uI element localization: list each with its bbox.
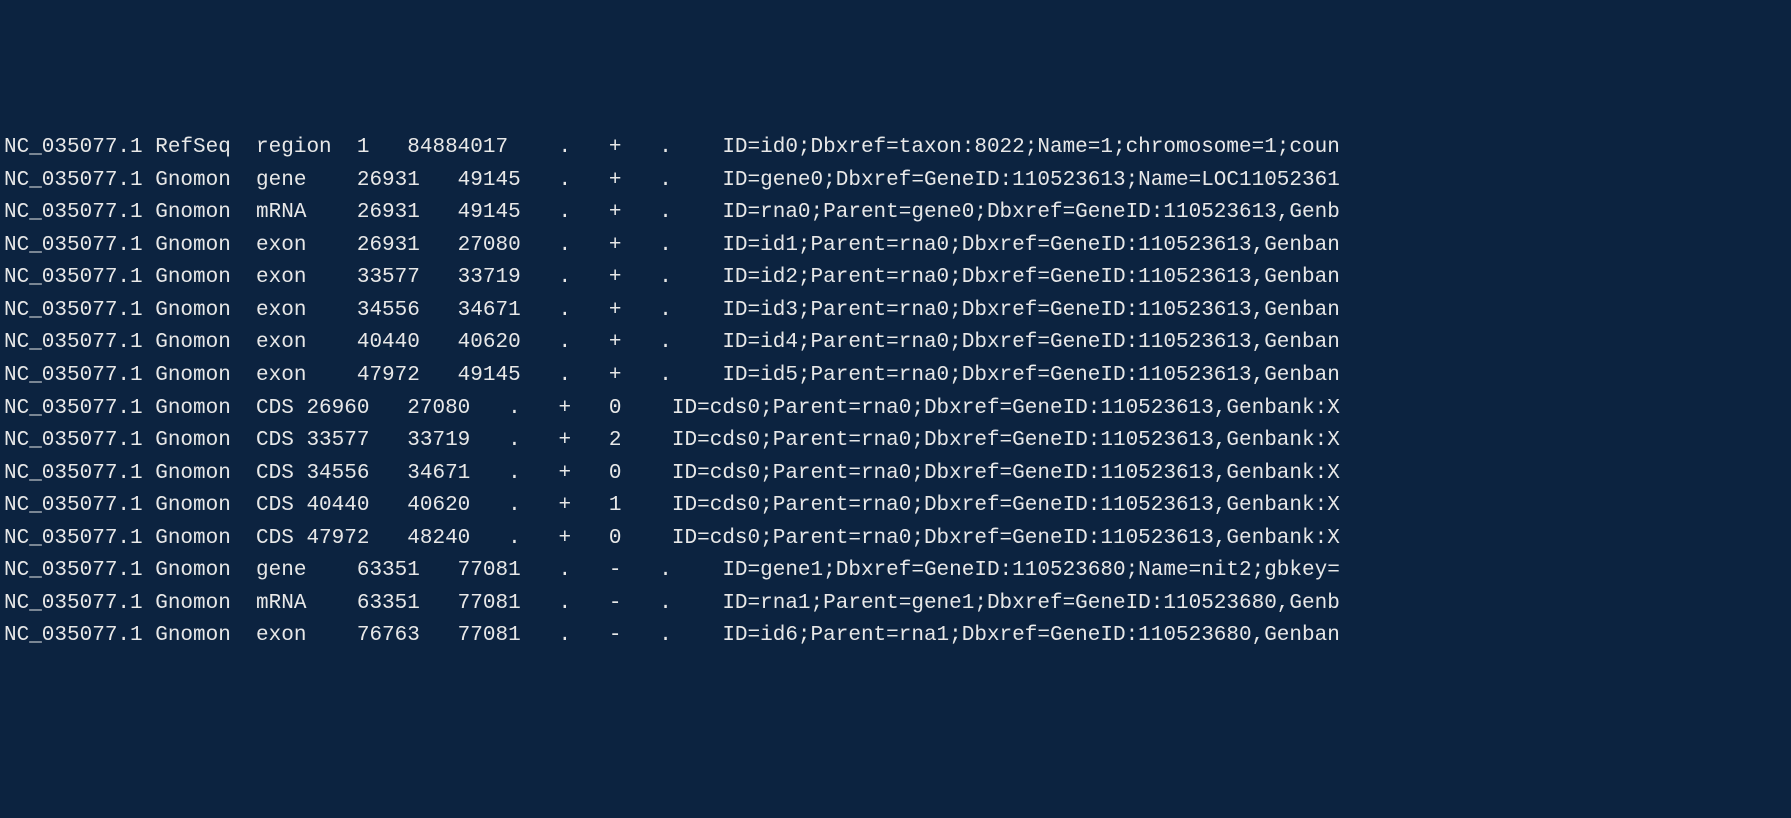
gff-row: NC_035077.1 Gnomon gene 63351 77081 . - … xyxy=(4,555,1787,588)
terminal-output[interactable]: NC_035077.1 RefSeq region 1 84884017 . +… xyxy=(4,132,1787,653)
gff-row: NC_035077.1 Gnomon exon 33577 33719 . + … xyxy=(4,262,1787,295)
gff-row: NC_035077.1 Gnomon CDS 47972 48240 . + 0… xyxy=(4,523,1787,556)
gff-row: NC_035077.1 Gnomon exon 47972 49145 . + … xyxy=(4,360,1787,393)
gff-row: NC_035077.1 Gnomon CDS 34556 34671 . + 0… xyxy=(4,458,1787,491)
gff-row: NC_035077.1 Gnomon mRNA 63351 77081 . - … xyxy=(4,588,1787,621)
gff-row: NC_035077.1 Gnomon CDS 33577 33719 . + 2… xyxy=(4,425,1787,458)
gff-row: NC_035077.1 Gnomon CDS 26960 27080 . + 0… xyxy=(4,393,1787,426)
gff-row: NC_035077.1 RefSeq region 1 84884017 . +… xyxy=(4,132,1787,165)
gff-row: NC_035077.1 Gnomon exon 26931 27080 . + … xyxy=(4,230,1787,263)
gff-row: NC_035077.1 Gnomon gene 26931 49145 . + … xyxy=(4,165,1787,198)
gff-row: NC_035077.1 Gnomon exon 34556 34671 . + … xyxy=(4,295,1787,328)
gff-row: NC_035077.1 Gnomon CDS 40440 40620 . + 1… xyxy=(4,490,1787,523)
gff-row: NC_035077.1 Gnomon exon 76763 77081 . - … xyxy=(4,620,1787,653)
gff-row: NC_035077.1 Gnomon mRNA 26931 49145 . + … xyxy=(4,197,1787,230)
gff-row: NC_035077.1 Gnomon exon 40440 40620 . + … xyxy=(4,327,1787,360)
